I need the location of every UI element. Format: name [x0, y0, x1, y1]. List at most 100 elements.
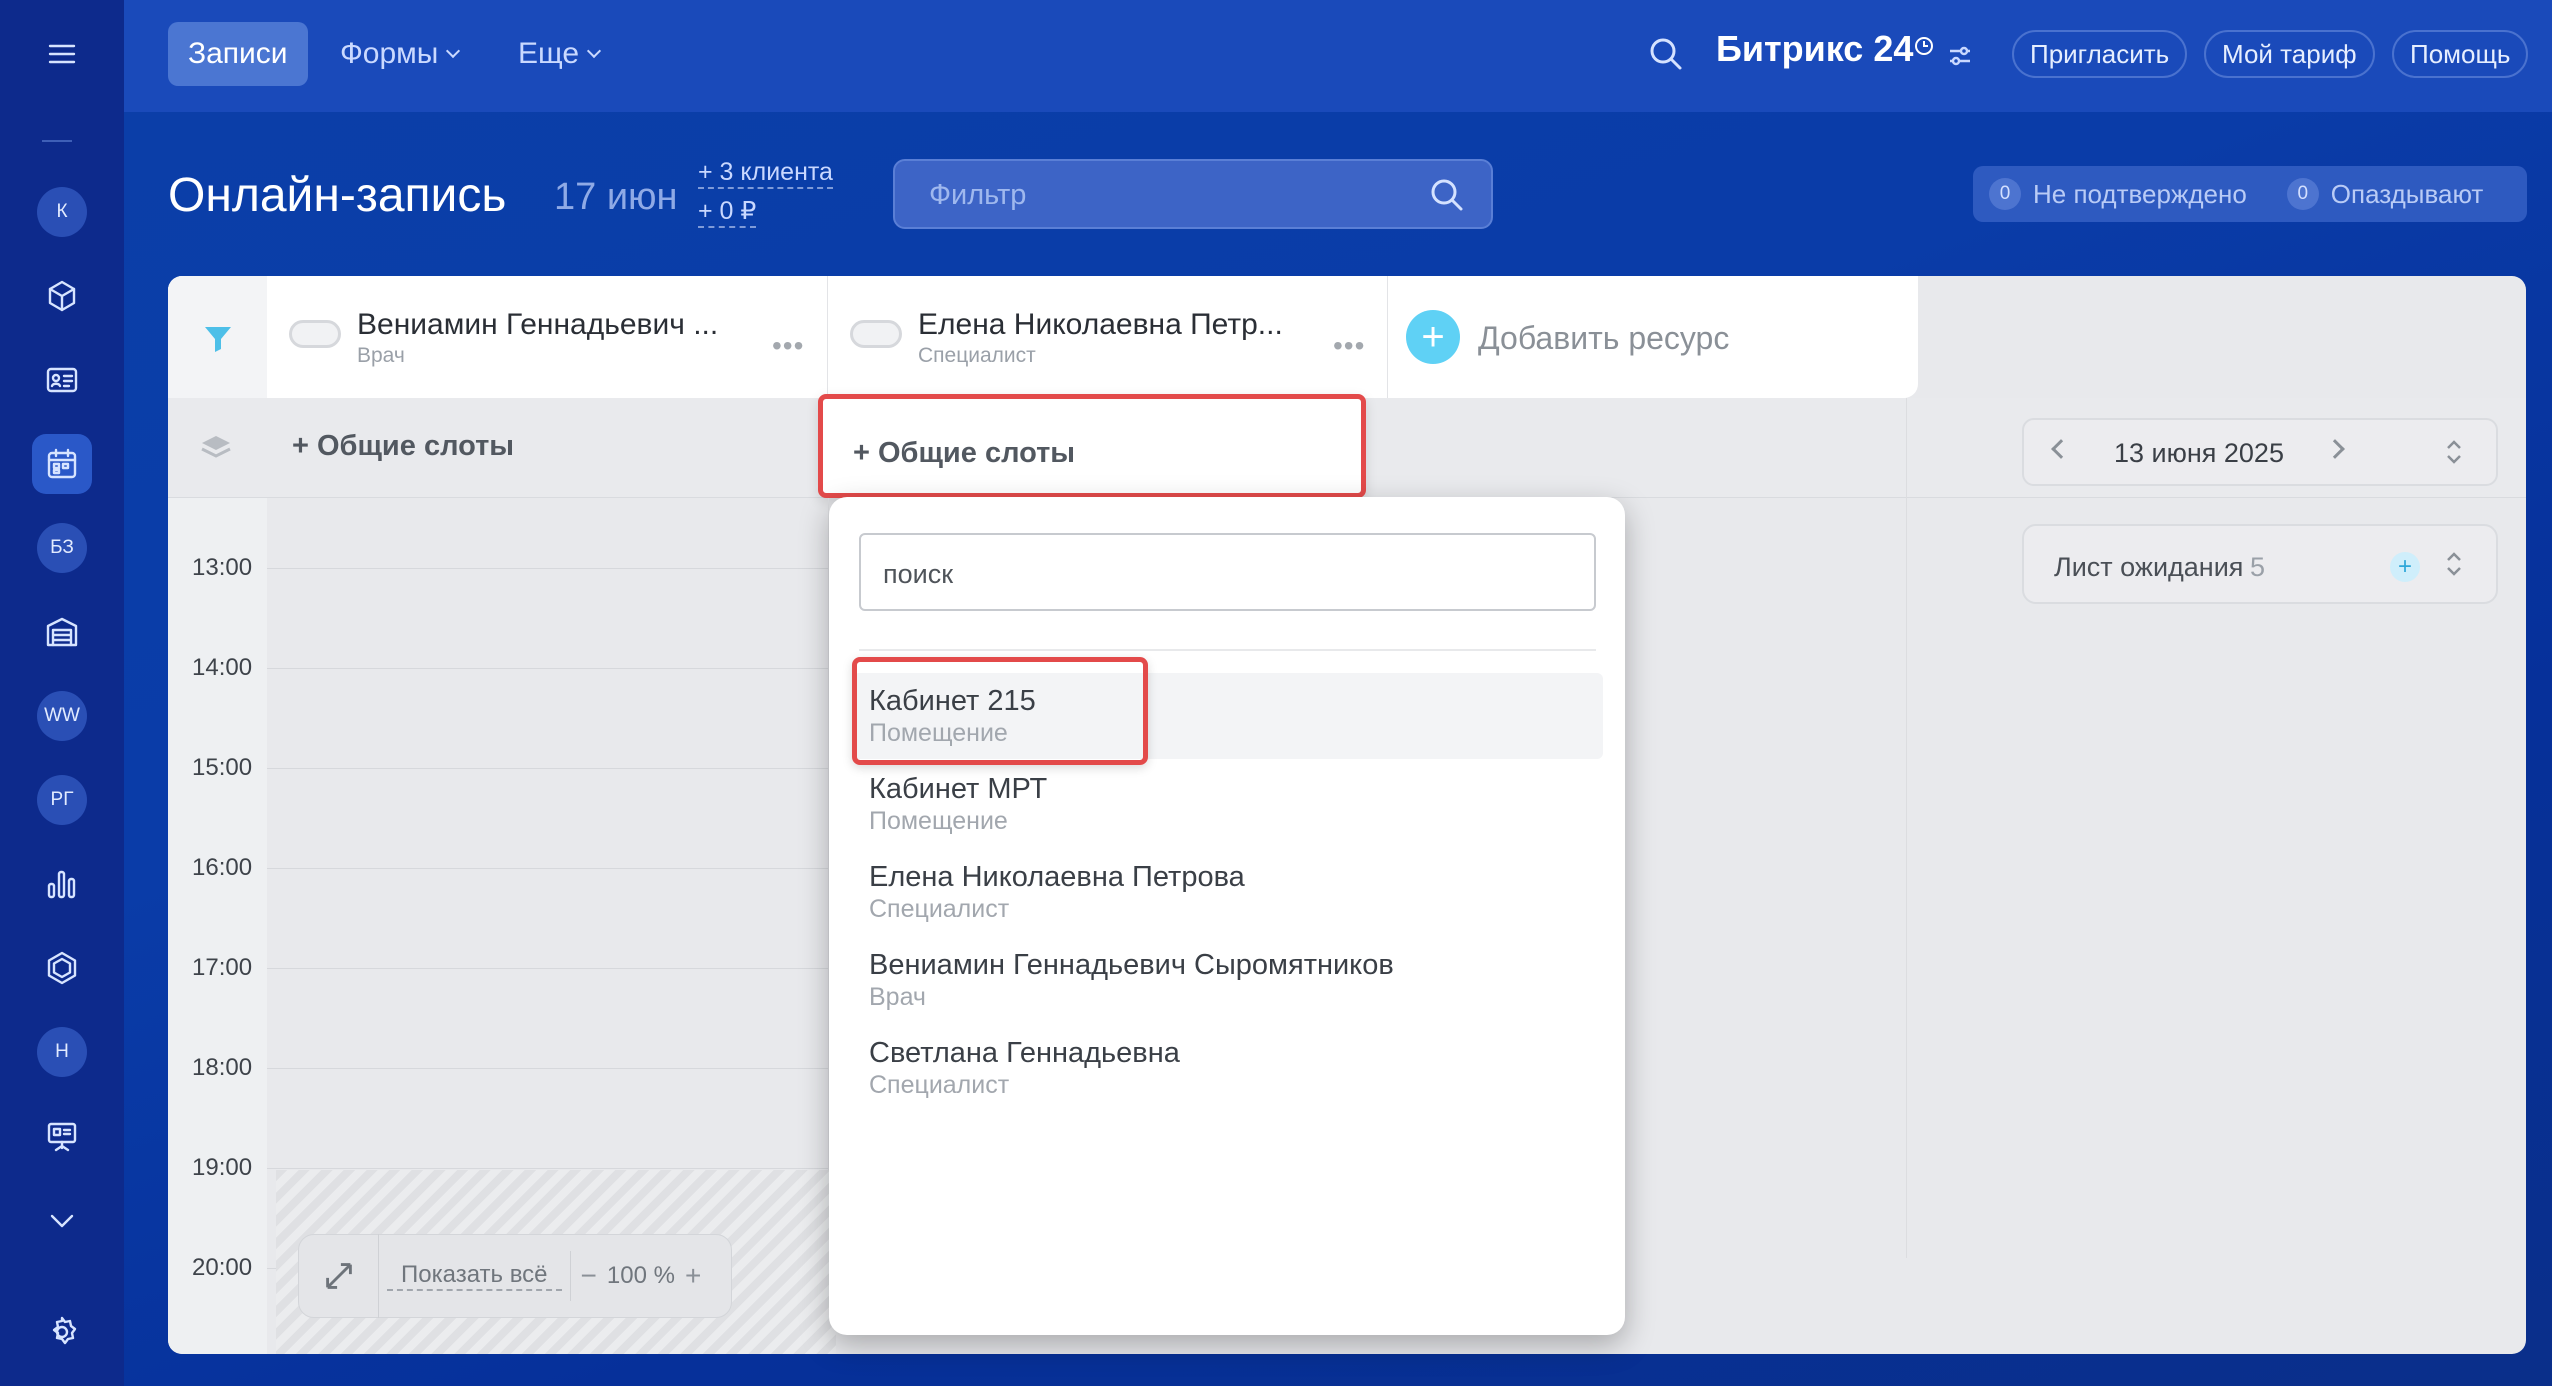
- revenue-stat[interactable]: + 0 ₽: [698, 196, 757, 228]
- time-label: 13:00: [192, 554, 253, 581]
- item-name: Вениамин Геннадьевич Сыромятников: [869, 949, 1394, 981]
- chevron-down-icon[interactable]: [32, 1190, 92, 1250]
- tab-records[interactable]: Записи: [168, 22, 308, 86]
- item-type: Врач: [869, 983, 926, 1011]
- dropdown-item[interactable]: Вениамин Геннадьевич Сыромятников Врач: [853, 937, 1603, 1023]
- shared-slots-label: + Общие слоты: [853, 437, 1076, 469]
- sidebar-item-n[interactable]: Н: [32, 1022, 92, 1082]
- time-label: 18:00: [192, 1054, 253, 1081]
- waitlist-count: 5: [2250, 552, 2266, 582]
- grid-column-divider: [1906, 398, 1907, 1258]
- time-label: 20:00: [192, 1254, 253, 1281]
- sidebar-item-bz[interactable]: БЗ: [32, 518, 92, 578]
- zoom-out-button[interactable]: −: [571, 1260, 607, 1292]
- hexagon-icon[interactable]: [32, 938, 92, 998]
- status-counters: 0 Не подтверждено 0 Опаздывают: [1973, 166, 2527, 222]
- shared-slots-button[interactable]: + Общие слоты: [292, 430, 514, 463]
- cube-icon[interactable]: [32, 266, 92, 326]
- time-label: 19:00: [192, 1154, 253, 1181]
- more-icon[interactable]: •••: [772, 330, 804, 362]
- left-sidebar: К БЗ WW РГ Н: [0, 0, 124, 1386]
- selected-item-highlight: [852, 657, 1148, 765]
- presentation-icon[interactable]: [32, 1106, 92, 1166]
- expand-icon[interactable]: [2444, 548, 2464, 580]
- item-name: Светлана Геннадьевна: [869, 1037, 1180, 1069]
- settings-icon[interactable]: [32, 1302, 92, 1362]
- top-bar: Записи Формы Еще Битрикс 24 Пригласить М…: [124, 0, 2552, 112]
- menu-icon[interactable]: [32, 24, 92, 84]
- avatar: WW: [37, 691, 87, 741]
- add-waitlist-icon[interactable]: +: [2390, 552, 2420, 582]
- time-column: 13:00 14:00 15:00 16:00 17:00 18:00 19:0…: [168, 498, 267, 1354]
- item-name: Елена Николаевна Петрова: [869, 861, 1245, 893]
- filter-placeholder: Фильтр: [929, 179, 1027, 211]
- date-navigator[interactable]: 13 июня 2025: [2022, 418, 2498, 486]
- time-label: 14:00: [192, 654, 253, 681]
- resource-toggle[interactable]: [850, 320, 902, 348]
- chevron-right-icon[interactable]: [2325, 439, 2345, 459]
- resource-toggle[interactable]: [289, 320, 341, 348]
- item-name: Кабинет МРТ: [869, 773, 1048, 805]
- my-plan-button[interactable]: Мой тариф: [2204, 30, 2375, 78]
- resource-role: Специалист: [918, 344, 1036, 367]
- search-icon[interactable]: [1427, 175, 1467, 215]
- waitlist-label: Лист ожидания: [2054, 552, 2244, 582]
- tune-icon[interactable]: [1946, 42, 1974, 70]
- analytics-icon[interactable]: [32, 854, 92, 914]
- resource-role: Врач: [357, 344, 405, 367]
- avatar: Н: [37, 1027, 87, 1077]
- late-label[interactable]: Опаздывают: [2331, 179, 2484, 210]
- tab-forms[interactable]: Формы: [340, 22, 461, 86]
- waitlist[interactable]: Лист ожидания 5 +: [2022, 524, 2498, 604]
- booking-calendar-icon[interactable]: [32, 434, 92, 494]
- page-title: Онлайн-запись: [168, 169, 507, 222]
- unconfirmed-label[interactable]: Не подтверждено: [2033, 179, 2247, 210]
- add-resource-icon[interactable]: +: [1406, 310, 1460, 364]
- item-type: Специалист: [869, 895, 1010, 923]
- resource-card[interactable]: Елена Николаевна Петр... Специалист •••: [828, 276, 1388, 398]
- chevron-left-icon[interactable]: [2051, 439, 2071, 459]
- resource-filter[interactable]: [168, 276, 267, 398]
- zoom-level: 100 %: [606, 1262, 675, 1289]
- avatar: РГ: [37, 775, 87, 825]
- warehouse-icon[interactable]: [32, 602, 92, 662]
- help-button[interactable]: Помощь: [2392, 30, 2529, 78]
- contact-card-icon[interactable]: [32, 350, 92, 410]
- brand-logo: Битрикс 24: [1716, 28, 1913, 70]
- sidebar-divider: [42, 140, 72, 142]
- resource-name: Елена Николаевна Петр...: [918, 308, 1283, 341]
- show-all-button[interactable]: Показать всё: [387, 1261, 562, 1291]
- avatar: К: [37, 187, 87, 237]
- sidebar-item-rg[interactable]: РГ: [32, 770, 92, 830]
- chevron-down-icon: [446, 43, 461, 59]
- dropdown-search-input[interactable]: поиск: [859, 533, 1596, 611]
- fullscreen-icon[interactable]: [299, 1234, 379, 1318]
- resource-dropdown: поиск Кабинет 215 Помещение Кабинет МРТ …: [829, 497, 1625, 1335]
- item-type: Специалист: [869, 1071, 1010, 1099]
- expand-icon[interactable]: [2444, 436, 2464, 468]
- resource-header: Вениамин Геннадьевич ... Врач ••• Елена …: [168, 276, 1918, 398]
- layers-icon: [201, 436, 231, 458]
- sidebar-item-k[interactable]: К: [32, 182, 92, 242]
- invite-button[interactable]: Пригласить: [2012, 30, 2188, 78]
- dropdown-item[interactable]: Светлана Геннадьевна Специалист: [853, 1025, 1603, 1111]
- brand-name: Битрикс: [1716, 28, 1864, 69]
- brand-number: 24: [1873, 28, 1914, 69]
- shared-slots-button-highlighted[interactable]: + Общие слоты: [818, 394, 1366, 498]
- add-resource-button[interactable]: Добавить ресурс: [1478, 320, 1729, 357]
- resource-card[interactable]: Вениамин Геннадьевич ... Врач •••: [267, 276, 828, 398]
- zoom-in-button[interactable]: +: [675, 1260, 711, 1292]
- tab-more[interactable]: Еще: [518, 22, 602, 86]
- dropdown-item[interactable]: Елена Николаевна Петрова Специалист: [853, 849, 1603, 935]
- sidebar-item-ww[interactable]: WW: [32, 686, 92, 746]
- more-icon[interactable]: •••: [1333, 330, 1365, 362]
- search-icon[interactable]: [1646, 34, 1686, 74]
- resource-name: Вениамин Геннадьевич ...: [357, 308, 719, 341]
- page-date: 17 июн: [554, 176, 678, 218]
- filter-input[interactable]: Фильтр: [893, 159, 1493, 229]
- zoom-controls: Показать всё − 100 % +: [298, 1234, 732, 1318]
- filter-icon[interactable]: [198, 318, 238, 358]
- search-value: поиск: [883, 559, 954, 589]
- dropdown-item[interactable]: Кабинет МРТ Помещение: [853, 761, 1603, 847]
- clients-stat[interactable]: + 3 клиента: [698, 158, 833, 189]
